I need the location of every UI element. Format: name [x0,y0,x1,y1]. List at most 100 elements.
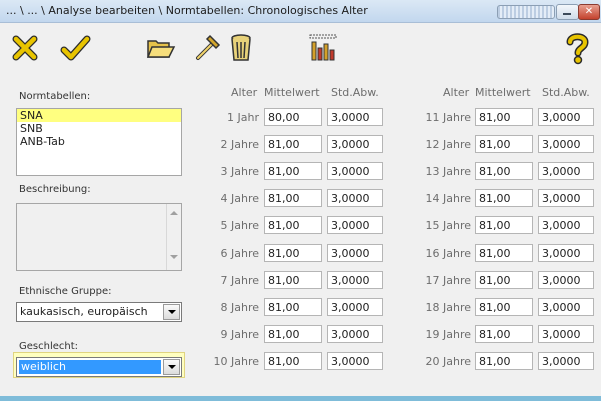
age-label: 5 Jahre [220,219,260,232]
sd-field[interactable]: 3,0000 [327,298,383,316]
normtabellen-label: Normtabellen: [19,91,91,102]
mean-field[interactable]: 81,00 [475,189,533,207]
toolbar [0,23,601,73]
sd-field[interactable]: 3,0000 [327,325,383,343]
window-title: ... \ ... \ Analyse bearbeiten \ Normtab… [6,4,368,17]
mean-field[interactable]: 81,00 [475,108,533,126]
open-folder-icon [146,40,176,58]
open-button[interactable] [143,31,177,65]
gender-value: weiblich [19,360,161,374]
age-label: 1 Jahr [227,111,259,124]
sd-field[interactable]: 3,0000 [327,135,383,153]
age-label: 4 Jahre [220,192,260,205]
chevron-down-icon[interactable] [163,359,180,375]
ethnic-group-value: kaukasisch, europäisch [20,305,148,318]
mean-field[interactable]: 81,00 [264,325,322,343]
mean-field[interactable]: 81,00 [475,325,533,343]
mean-field[interactable]: 81,00 [264,352,322,370]
scroll-up-icon[interactable] [170,211,178,215]
list-item[interactable]: ANB-Tab [17,135,181,148]
cancel-button[interactable] [8,31,42,65]
mean-field[interactable]: 81,00 [264,298,322,316]
mean-field[interactable]: 81,00 [475,216,533,234]
sd-field[interactable]: 3,0000 [538,216,594,234]
normtabellen-list[interactable]: SNA SNB ANB-Tab [16,108,182,176]
age-label: 15 Jahre [425,219,472,232]
mean-field[interactable]: 81,00 [475,271,533,289]
chart-button[interactable] [306,31,340,65]
age-label: 13 Jahre [425,165,472,178]
sd-field[interactable]: 3,0000 [327,271,383,289]
age-label: 10 Jahre [213,355,260,368]
age-label: 6 Jahre [220,247,260,260]
mean-field[interactable]: 81,00 [264,189,322,207]
age-label: 11 Jahre [425,111,472,124]
chevron-down-icon[interactable] [163,304,180,320]
gender-select[interactable]: weiblich [16,357,182,377]
mean-field[interactable]: 81,00 [264,162,322,180]
header-alter: Alter [231,86,258,99]
age-label: 2 Jahre [220,138,260,151]
header-alter-2: Alter [443,86,470,99]
sd-field[interactable]: 3,0000 [327,216,383,234]
hammer-icon [196,34,221,60]
sd-field[interactable]: 3,0000 [538,298,594,316]
age-label: 17 Jahre [425,274,472,287]
age-label: 19 Jahre [425,328,472,341]
list-item[interactable]: SNA [17,109,181,122]
normtabellen-window: ... \ ... \ Analyse bearbeiten \ Normtab… [0,0,601,401]
edit-button[interactable] [190,31,224,65]
sd-field[interactable]: 3,0000 [538,271,594,289]
mean-field[interactable]: 80,00 [264,108,322,126]
mean-field[interactable]: 81,00 [475,244,533,262]
age-label: 8 Jahre [220,301,260,314]
sd-field[interactable]: 3,0000 [327,189,383,207]
mean-field[interactable]: 81,00 [475,298,533,316]
confirm-icon [60,35,91,61]
bottom-border [0,396,601,401]
mean-field[interactable]: 81,00 [475,135,533,153]
chart-icon [309,34,337,61]
header-mittelwert: Mittelwert [264,86,320,99]
beschreibung-field[interactable] [16,203,182,271]
age-label: 16 Jahre [425,247,472,260]
age-label: 7 Jahre [220,274,260,287]
help-icon [566,33,589,65]
list-item[interactable]: SNB [17,122,181,135]
minimize-icon [563,13,571,15]
sd-field[interactable]: 3,0000 [538,108,594,126]
delete-button[interactable] [224,31,258,65]
cancel-icon [12,35,38,61]
mean-field[interactable]: 81,00 [475,162,533,180]
sd-field[interactable]: 3,0000 [538,135,594,153]
sd-field[interactable]: 3,0000 [538,189,594,207]
sd-field[interactable]: 3,0000 [538,325,594,343]
sd-field[interactable]: 3,0000 [327,244,383,262]
sd-field[interactable]: 3,0000 [327,162,383,180]
mean-field[interactable]: 81,00 [264,244,322,262]
beschreibung-scrollbar[interactable] [166,204,181,270]
confirm-button[interactable] [58,31,92,65]
age-label: 3 Jahre [220,165,260,178]
age-label: 9 Jahre [220,328,260,341]
mean-field[interactable]: 81,00 [475,352,533,370]
help-button[interactable] [560,31,594,65]
close-button[interactable]: ✕ [578,4,600,20]
minimize-button[interactable] [556,4,579,20]
title-bar-grip[interactable] [497,5,555,19]
sd-field[interactable]: 3,0000 [327,352,383,370]
ethnic-group-select[interactable]: kaukasisch, europäisch [16,302,182,322]
header-stdabw-2: Std.Abw. [542,86,590,99]
sd-field[interactable]: 3,0000 [538,244,594,262]
scroll-down-icon[interactable] [170,255,178,259]
sd-field[interactable]: 3,0000 [538,352,594,370]
title-bar[interactable]: ... \ ... \ Analyse bearbeiten \ Normtab… [0,0,601,23]
mean-field[interactable]: 81,00 [264,135,322,153]
beschreibung-label: Beschreibung: [19,184,91,195]
mean-field[interactable]: 81,00 [264,216,322,234]
mean-field[interactable]: 81,00 [264,271,322,289]
sd-field[interactable]: 3,0000 [538,162,594,180]
header-mittelwert-2: Mittelwert [475,86,531,99]
sd-field[interactable]: 3,0000 [327,108,383,126]
trash-icon [231,34,251,61]
